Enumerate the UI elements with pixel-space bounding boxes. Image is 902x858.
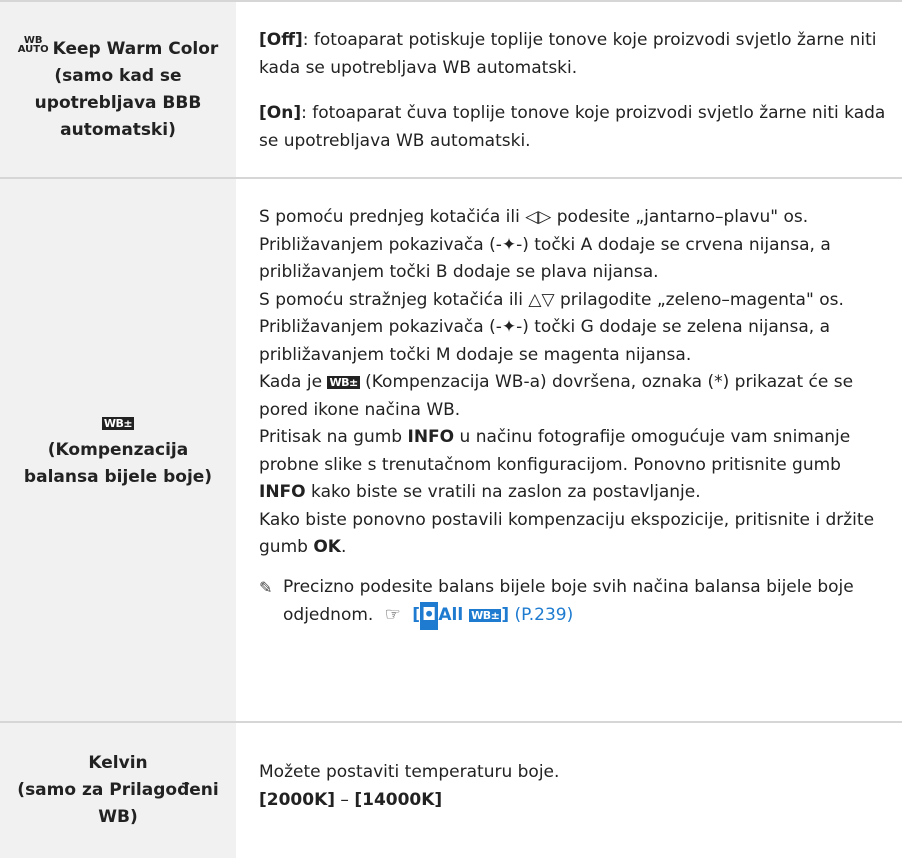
kelvin-range: [2000K] – [14000K] xyxy=(259,789,443,810)
tip-ref-link[interactable]: [◘ All WB±] xyxy=(412,602,509,630)
wb-auto-icon: WB AUTO xyxy=(17,34,49,55)
tip-page-link[interactable]: (P.239) xyxy=(515,605,574,625)
settings-table: WB AUTO Keep Warm Color (samo kad se upotr… xyxy=(0,0,902,858)
kelvin-label-2: (samo za Prilagođeni xyxy=(17,780,219,800)
wb-comp-amber-blue: S pomoću prednjeg kotačića ili ◁▷ podesi… xyxy=(259,207,809,227)
row-desc-kelvin: Možete postaviti temperaturu boje. [2000… xyxy=(236,723,902,858)
camera-icon: ◘ xyxy=(420,602,439,630)
wb-compensation-label-1: (Kompenzacija xyxy=(47,439,189,460)
keep-warm-off-text: [Off]: fotoaparat potiskuje toplije tono… xyxy=(259,30,877,78)
row-label-keep-warm: WB AUTO Keep Warm Color (samo kad se upotr… xyxy=(0,2,236,177)
wb-comp-reset: Kako biste ponovno postavili kompenzacij… xyxy=(259,509,875,558)
wb-comp-info: Pritisak na gumb INFO u načinu fotografi… xyxy=(259,427,851,502)
kelvin-label-3: WB) xyxy=(98,807,138,827)
wb-comp-green-magenta: S pomoću stražnjeg kotačića ili △▽ prila… xyxy=(259,289,844,365)
wb-comp-amber-blue-detail: Približavanjem pokazivača (-✦-) točki A … xyxy=(259,234,831,283)
keep-warm-subtitle-3: automatski) xyxy=(60,119,176,140)
table-row-keep-warm: WB AUTO Keep Warm Color (samo kad se upotr… xyxy=(0,2,902,179)
row-desc-wb-compensation: S pomoću prednjeg kotačića ili ◁▷ podesi… xyxy=(236,179,902,721)
keep-warm-subtitle-2: upotrebljava BBB xyxy=(34,92,202,113)
reference-hand-icon: ☞ xyxy=(384,604,401,625)
wb-comp-tip: ✎ Precizno podesite balans bijele boje s… xyxy=(259,574,892,630)
row-desc-keep-warm: [Off]: fotoaparat potiskuje toplije tono… xyxy=(236,2,902,177)
keep-warm-on-text: [On]: fotoaparat čuva toplije tonove koj… xyxy=(259,103,886,151)
kelvin-desc: Možete postaviti temperaturu boje. xyxy=(259,762,560,782)
table-row-kelvin: Kelvin (samo za Prilagođeni WB) Možete p… xyxy=(0,723,902,858)
hint-hand-icon: ✎ xyxy=(259,577,273,597)
keep-warm-subtitle-1: (samo kad se xyxy=(54,65,182,86)
wb-comp-done: Kada je WB± (Kompenzacija WB-a) dovršena… xyxy=(259,372,854,420)
wb-compensation-inline-icon: WB± xyxy=(327,376,360,389)
row-label-kelvin: Kelvin (samo za Prilagođeni WB) xyxy=(0,723,236,858)
wb-compensation-icon: WB± xyxy=(101,416,135,430)
wb-compensation-label-2: balansa bijele boje) xyxy=(23,466,213,487)
kelvin-label-1: Kelvin xyxy=(88,753,148,773)
row-label-wb-compensation: WB± (Kompenzacija balansa bijele boje) xyxy=(0,179,236,721)
table-row-wb-compensation: WB± (Kompenzacija balansa bijele boje) S… xyxy=(0,179,902,723)
keep-warm-title: WB AUTO Keep Warm Color xyxy=(17,34,219,59)
